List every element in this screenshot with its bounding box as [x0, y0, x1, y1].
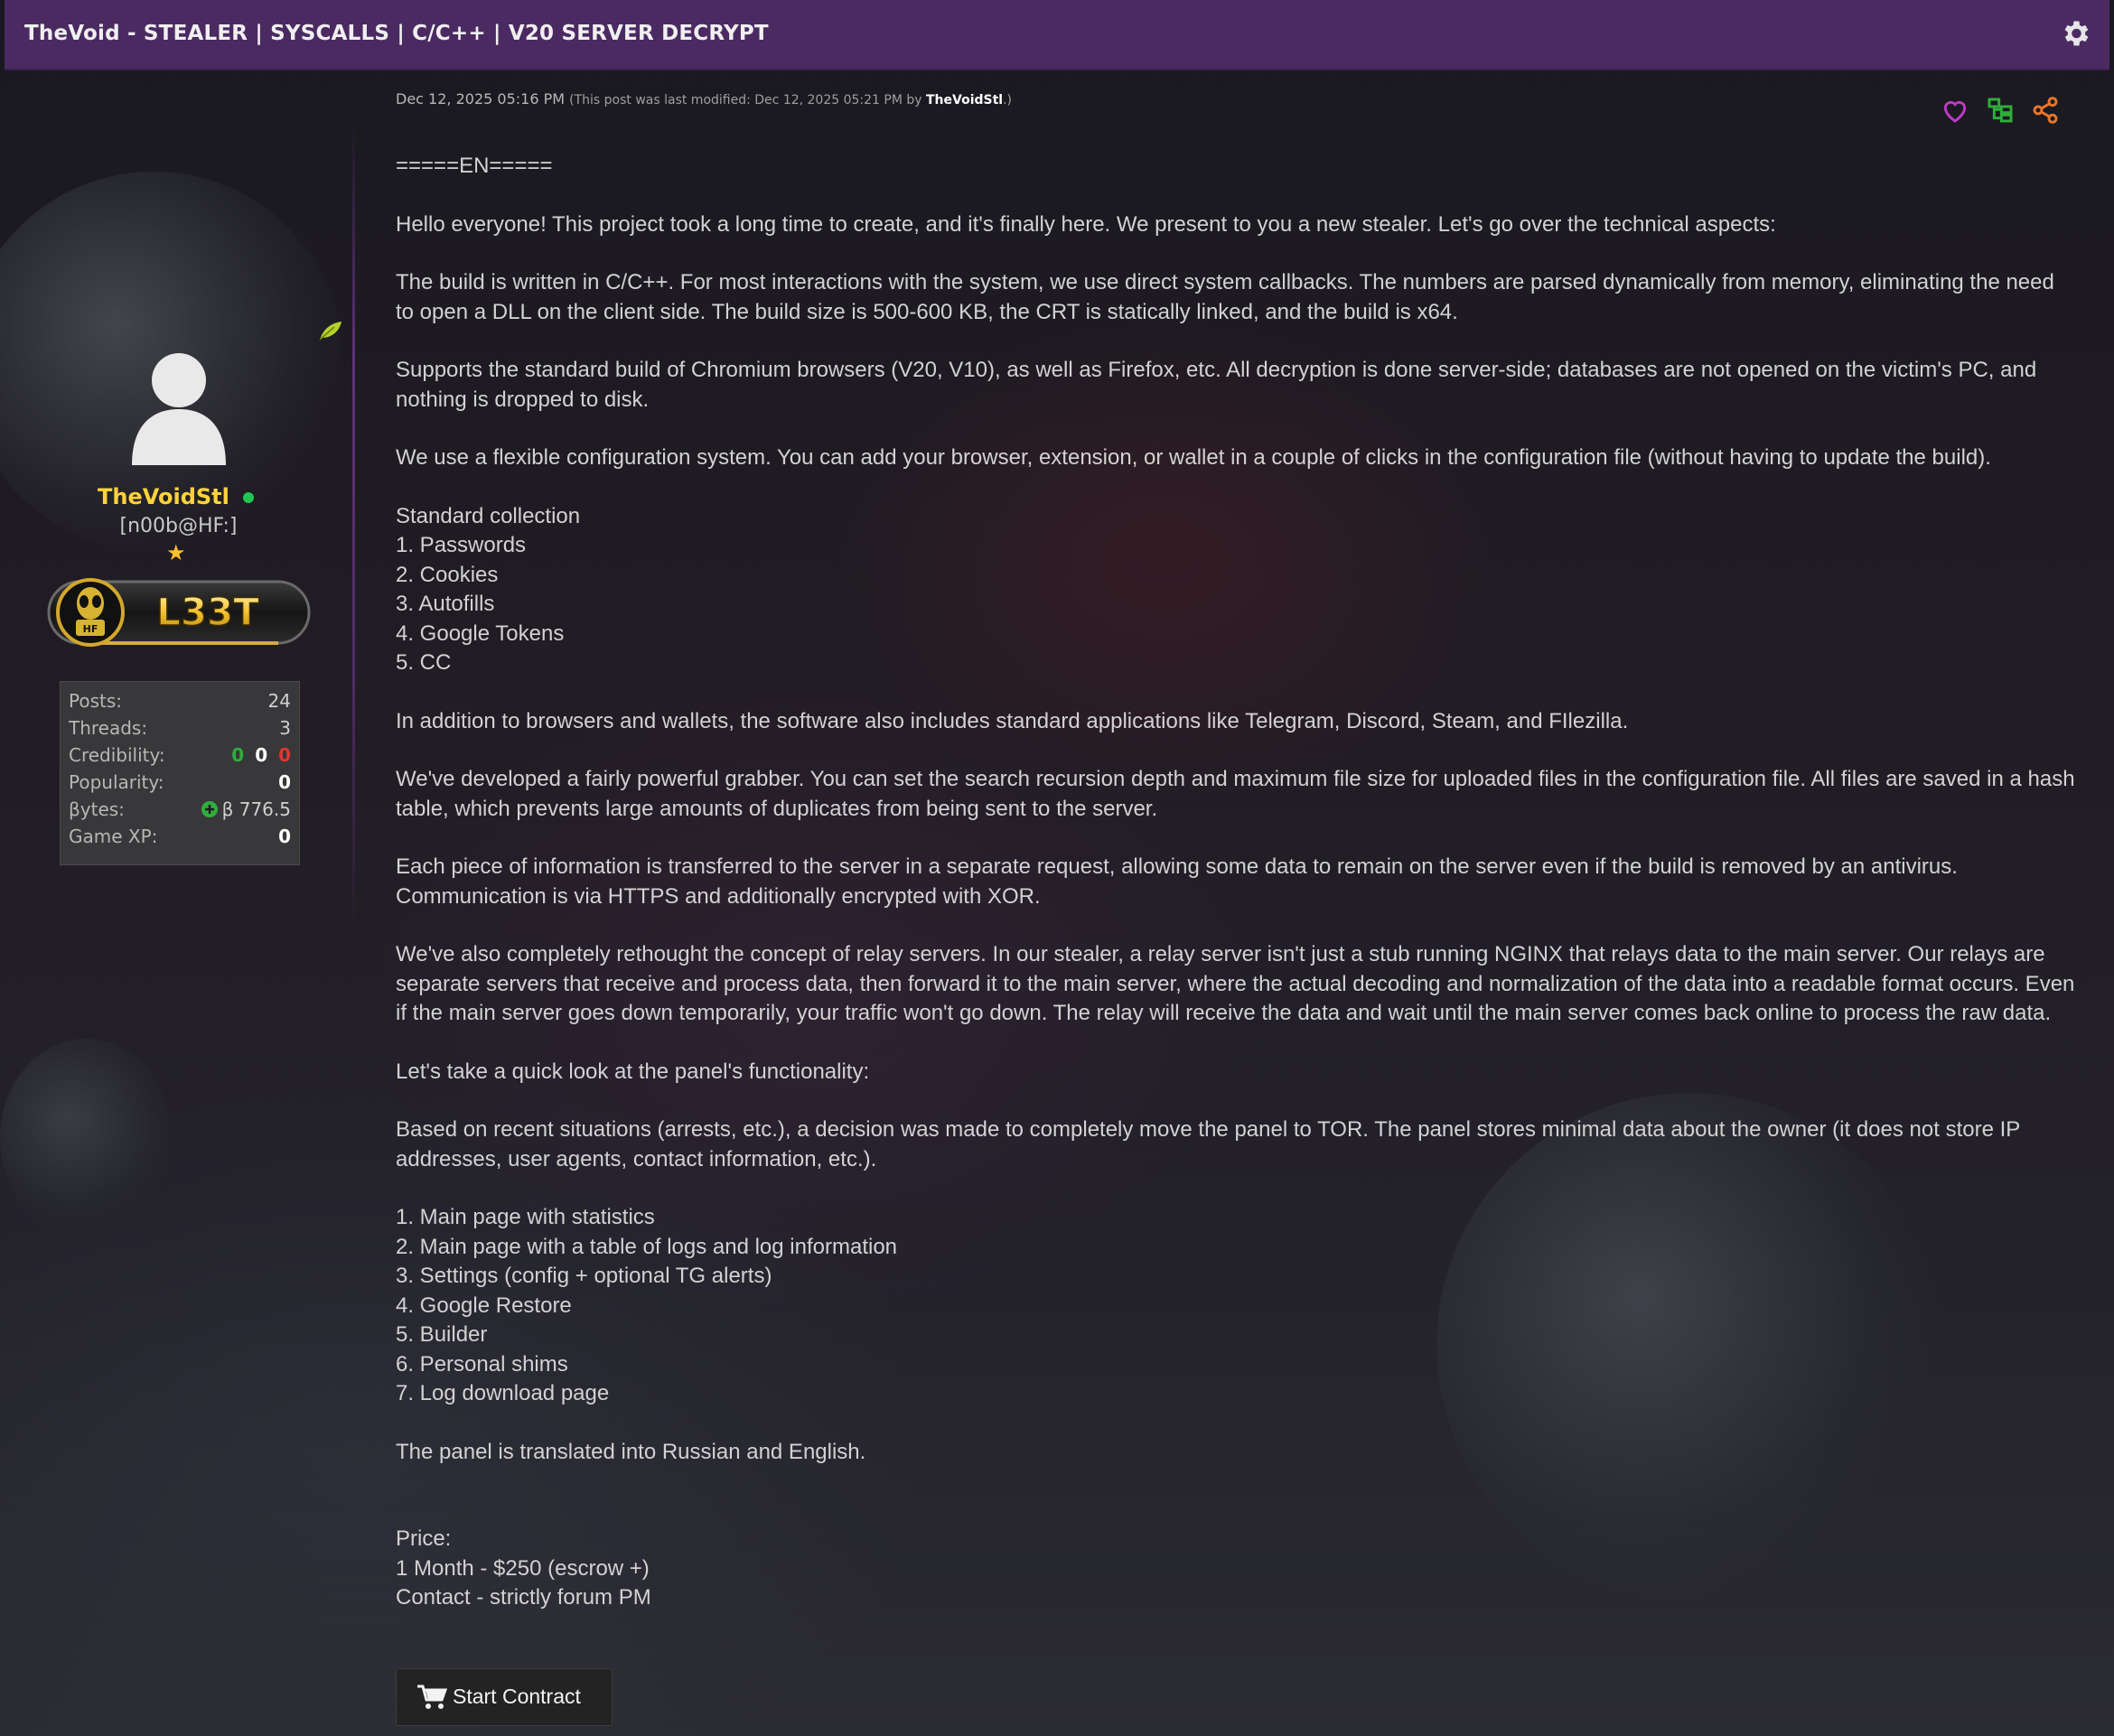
post-paragraph: We use a flexible configuration system. …: [396, 445, 1991, 470]
stat-value[interactable]: 0: [278, 826, 291, 847]
stat-row-threads: Threads: 3: [69, 717, 291, 742]
list-item: 5. CC: [396, 650, 452, 675]
stat-label: Posts:: [69, 690, 123, 712]
post-paragraph: Each piece of information is transferred…: [396, 854, 1958, 909]
post-paragraph: We've also completely rethought the conc…: [396, 942, 2075, 1025]
post-actions: [1941, 96, 2060, 128]
stat-value[interactable]: 0: [278, 771, 291, 793]
thread-title-bar: TheVoid - STEALER | SYSCALLS | C/C++ | V…: [5, 0, 2109, 70]
start-contract-button[interactable]: Start Contract: [396, 1668, 613, 1726]
author-stats-box: Posts: 24 Threads: 3 Credibility: 0 0 0 …: [60, 681, 300, 865]
rank-badge-text: L33T: [156, 590, 259, 634]
post-paragraph: We've developed a fairly powerful grabbe…: [396, 767, 2075, 821]
avatar[interactable]: [125, 346, 233, 465]
leaf-icon: [319, 322, 341, 341]
list-item: 4. Google Restore: [396, 1293, 572, 1318]
thread-title: TheVoid - STEALER | SYSCALLS | C/C++ | V…: [24, 22, 769, 45]
price-block: Price: 1 Month - $250 (escrow +) Contact…: [396, 1525, 2076, 1613]
modified-by-link[interactable]: TheVoidStl: [926, 93, 1003, 107]
gear-icon[interactable]: [2059, 17, 2091, 50]
post-meta: Dec 12, 2025 05:16 PM (This post was las…: [396, 90, 1012, 107]
credibility-neutral: 0: [255, 744, 268, 766]
list-item: 3. Autofills: [396, 592, 495, 616]
post-paragraph: The panel is translated into Russian and…: [396, 1439, 866, 1464]
author-username[interactable]: TheVoidStl: [98, 484, 229, 509]
stat-label: Threads:: [69, 717, 148, 739]
stat-value[interactable]: 3: [279, 717, 291, 739]
post-paragraph: Let's take a quick look at the panel's f…: [396, 1059, 870, 1084]
share-icon[interactable]: [2031, 96, 2060, 125]
stat-row-posts: Posts: 24: [69, 690, 291, 715]
standard-collection-list: Standard collection 1. Passwords 2. Cook…: [396, 502, 2076, 678]
panel-features-list: 1. Main page with statistics 2. Main pag…: [396, 1203, 2076, 1409]
credibility-negative: 0: [278, 744, 291, 766]
stat-row-popularity: Popularity: 0: [69, 771, 291, 797]
list-item: 3. Settings (config + optional TG alerts…: [396, 1264, 772, 1288]
list-heading: Standard collection: [396, 503, 581, 528]
rank-badge-sub: HF: [83, 623, 98, 635]
post-modified-note: (This post was last modified: Dec 12, 20…: [569, 93, 1012, 107]
list-item: 5. Builder: [396, 1322, 488, 1347]
thread-tree-icon[interactable]: [1986, 96, 2015, 125]
heart-icon[interactable]: [1941, 96, 1969, 125]
list-item: 2. Cookies: [396, 562, 499, 587]
online-status-indicator: [243, 492, 254, 503]
stat-label: Credibility:: [69, 744, 165, 766]
price-line: Price:: [396, 1526, 452, 1551]
stat-row-credibility: Credibility: 0 0 0: [69, 744, 291, 770]
author-user-title: [n00b@HF:]: [119, 515, 238, 537]
stat-label: Popularity:: [69, 771, 164, 793]
post-paragraph: Supports the standard build of Chromium …: [396, 358, 2037, 412]
list-item: 2. Main page with a table of logs and lo…: [396, 1234, 898, 1259]
stat-value[interactable]: 24: [268, 690, 291, 712]
bytes-value-group: β 776.5: [201, 798, 291, 820]
stat-label: Game XP:: [69, 826, 158, 847]
post-paragraph: Hello everyone! This project took a long…: [396, 211, 1776, 237]
start-contract-label: Start Contract: [453, 1685, 581, 1708]
cart-icon: [417, 1685, 447, 1709]
credibility-positive: 0: [231, 744, 245, 766]
rank-badge: HF L33T: [47, 578, 311, 647]
list-item: 1. Main page with statistics: [396, 1205, 655, 1229]
post-date: Dec 12, 2025 05:16 PM: [396, 90, 566, 107]
modified-suffix: .): [1003, 93, 1013, 107]
price-line: Contact - strictly forum PM: [396, 1585, 651, 1610]
list-item: 4. Google Tokens: [396, 621, 565, 646]
author-sidebar: [0, 70, 357, 1736]
credibility-values[interactable]: 0 0 0: [231, 744, 291, 766]
post-body: =====EN===== Hello everyone! This projec…: [396, 152, 2076, 1613]
bytes-value: β 776.5: [221, 798, 291, 820]
stat-label: βytes:: [69, 798, 125, 820]
post-paragraph: =====EN=====: [396, 154, 553, 178]
plus-circle-icon[interactable]: [201, 800, 219, 818]
stat-row-bytes: βytes: β 776.5: [69, 798, 291, 824]
list-item: 7. Log download page: [396, 1381, 610, 1405]
modified-prefix: (This post was last modified: Dec 12, 20…: [569, 93, 926, 107]
price-line: 1 Month - $250 (escrow +): [396, 1555, 650, 1581]
post-paragraph: Based on recent situations (arrests, etc…: [396, 1117, 2020, 1171]
stat-row-game-xp: Game XP: 0: [69, 826, 291, 851]
list-item: 6. Personal shims: [396, 1351, 568, 1377]
star-icon: ★: [166, 540, 186, 565]
post-paragraph: In addition to browsers and wallets, the…: [396, 708, 1629, 733]
list-item: 1. Passwords: [396, 533, 527, 557]
post-paragraph: The build is written in C/C++. For most …: [396, 270, 2054, 324]
